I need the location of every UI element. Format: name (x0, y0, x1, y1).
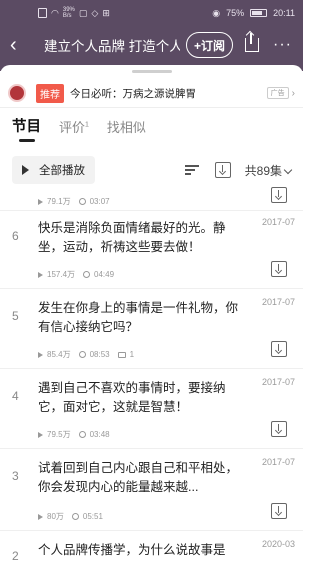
episode-date: 2017-07 (261, 377, 295, 387)
battery-icon (250, 9, 268, 17)
episode-date: 2020-03 (261, 539, 295, 549)
duration-icon (78, 198, 86, 205)
episode-title[interactable]: 遇到自己不喜欢的事情时，要接纳它，面对它，这就是智慧！ (38, 379, 246, 417)
chevron-down-icon (283, 165, 293, 174)
episode-meta: 157.4万 04:49 (38, 269, 114, 280)
list-item[interactable]: 5 发生在你身上的事情是一件礼物，你有信心接纳它吗？ 2017-07 85.4万… (0, 289, 303, 369)
download-icon[interactable] (271, 187, 287, 203)
episode-title[interactable]: 快乐是消除负面情绪最好的光。静坐，运动，祈祷这些要去做！ (38, 219, 246, 257)
download-icon[interactable] (271, 341, 287, 357)
episode-list: 79.1万 03:07 6 快乐是消除负面情绪最好的光。静坐，运动，祈祷这些要去… (0, 187, 303, 562)
notify-icon-3: ⊞ (102, 7, 110, 18)
episode-date: 2017-07 (261, 297, 295, 307)
page-title: 建立个人品牌 打造个人 (44, 39, 180, 54)
ad-text[interactable]: 今日必听：万病之源说脾胃 (70, 86, 196, 101)
wifi-icon: ◠ (51, 7, 59, 18)
more-icon[interactable]: ··· (273, 36, 292, 54)
duration-icon (78, 351, 86, 358)
toolbar: 全部播放 共89集 (0, 148, 303, 192)
play-icon (22, 165, 29, 175)
play-count-icon (38, 513, 43, 520)
episode-meta: 79.5万 03:48 (38, 429, 110, 440)
duration-icon (71, 513, 79, 520)
clock: 20:11 (273, 8, 295, 18)
chevron-right-icon: › (291, 87, 295, 99)
battery-text: 75% (226, 8, 245, 18)
episode-number: 3 (12, 469, 19, 483)
episode-date: 2017-07 (261, 457, 295, 467)
comment-icon (117, 351, 126, 358)
sim-icon (38, 8, 47, 18)
play-count-icon (38, 271, 43, 278)
ad-banner[interactable]: 推荐 今日必听：万病之源说脾胃 广告 › (0, 79, 303, 108)
list-item[interactable]: 4 遇到自己不喜欢的事情时，要接纳它，面对它，这就是智慧！ 2017-07 79… (0, 369, 303, 449)
episode-sheet: 推荐 今日必听：万病之源说脾胃 广告 › 节目 评价1 找相似 全部播放 共89… (0, 65, 303, 562)
sort-icon[interactable] (184, 164, 201, 176)
ad-tag: 推荐 (36, 83, 64, 103)
ad-avatar (8, 84, 26, 102)
episode-title[interactable]: 个人品牌传播学，为什么说故事是 (38, 541, 246, 560)
tab-reviews[interactable]: 评价1 (59, 117, 89, 142)
tab-similar[interactable]: 找相似 (107, 117, 146, 142)
list-item[interactable]: 3 试着回到自己内心跟自己和平相处，你会发现内心的能量越来越... 2017-0… (0, 449, 303, 531)
episode-meta: 79.1万 03:07 (38, 196, 110, 207)
batch-download-icon[interactable] (214, 162, 231, 178)
notify-icon-2: ◇ (91, 7, 99, 18)
header-region: ◠ 39% B/s ▢ ◇ ⊞ ◉ 75% 20:11 ‹ 建立个人品牌 打造个… (0, 0, 303, 71)
play-count-icon (38, 431, 43, 438)
download-icon[interactable] (271, 421, 287, 437)
list-item[interactable]: 79.1万 03:07 (0, 187, 303, 211)
list-item[interactable]: 6 快乐是消除负面情绪最好的光。静坐，运动，祈祷这些要去做！ 2017-07 1… (0, 211, 303, 289)
tab-episodes[interactable]: 节目 (12, 115, 41, 142)
episode-title[interactable]: 试着回到自己内心跟自己和平相处，你会发现内心的能量越来越... (38, 459, 246, 497)
eye-icon: ◉ (212, 7, 221, 18)
episode-meta: 80万 05:51 (38, 511, 103, 522)
status-bar: ◠ 39% B/s ▢ ◇ ⊞ ◉ 75% 20:11 (0, 0, 303, 26)
episode-count-selector[interactable]: 共89集 (245, 162, 293, 179)
duration-icon (83, 271, 91, 278)
play-all-button[interactable]: 全部播放 (12, 156, 95, 184)
network-speed: 39% B/s (62, 7, 75, 19)
back-icon[interactable]: ‹ (10, 35, 34, 55)
episode-number: 2 (12, 549, 19, 562)
subscribe-button[interactable]: +订阅 (186, 32, 234, 58)
title-bar: ‹ 建立个人品牌 打造个人 +订阅 ··· (0, 26, 303, 64)
episode-meta: 85.4万 08:53 1 (38, 349, 134, 360)
share-icon[interactable] (245, 33, 260, 52)
ad-badge: 广告 (266, 87, 289, 99)
play-count-icon (38, 351, 43, 358)
episode-number: 5 (12, 309, 19, 323)
episode-date: 2017-07 (261, 217, 295, 227)
download-icon[interactable] (271, 261, 287, 277)
download-icon[interactable] (271, 503, 287, 519)
episode-number: 4 (12, 389, 19, 403)
tab-bar: 节目 评价1 找相似 (0, 108, 303, 142)
drag-handle[interactable] (131, 70, 172, 73)
episode-number: 6 (12, 229, 19, 243)
duration-icon (78, 431, 86, 438)
app-notify-icon: ▢ (78, 7, 88, 18)
list-item[interactable]: 2 个人品牌传播学，为什么说故事是 2020-03 (0, 531, 303, 562)
episode-title[interactable]: 发生在你身上的事情是一件礼物，你有信心接纳它吗？ (38, 299, 246, 337)
play-count-icon (38, 198, 43, 205)
